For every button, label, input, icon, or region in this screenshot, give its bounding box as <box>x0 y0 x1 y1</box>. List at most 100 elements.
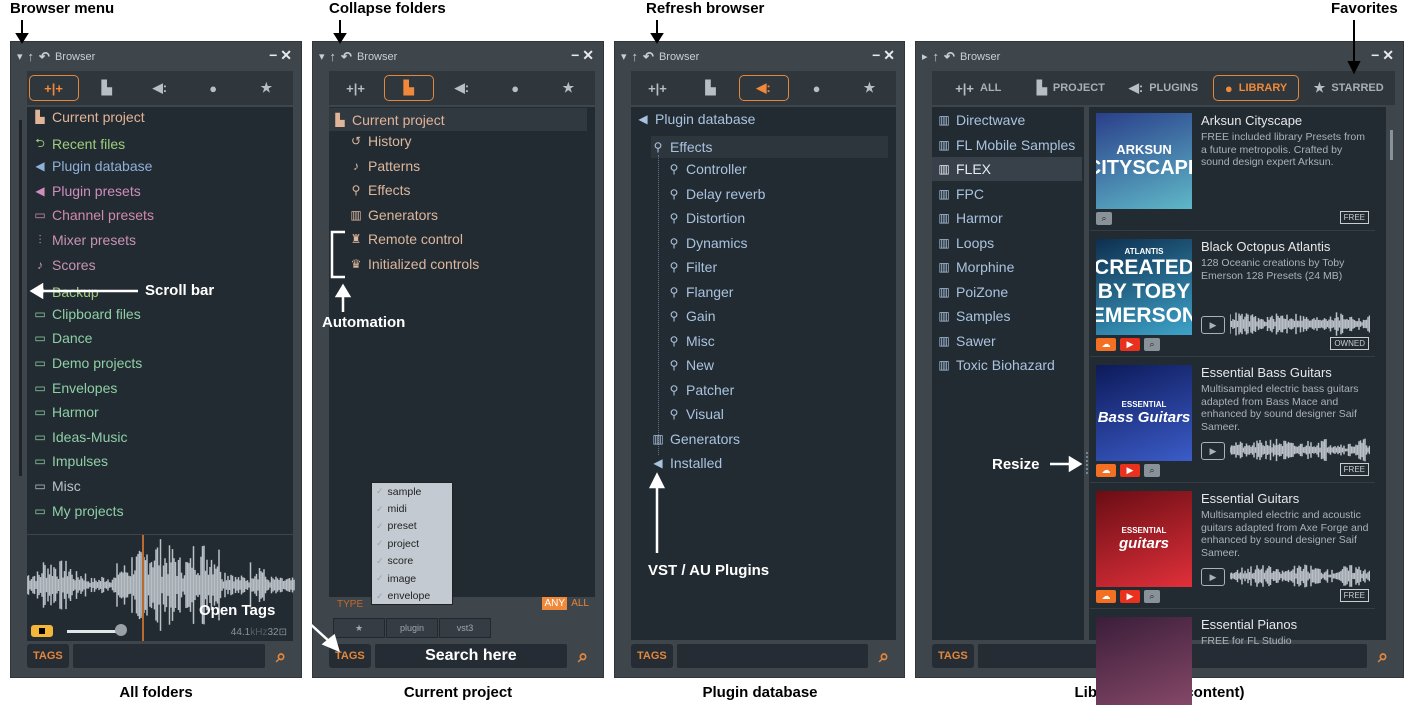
scrollbar[interactable] <box>1390 130 1393 160</box>
tags-button[interactable]: TAGS <box>27 644 69 668</box>
collapse-folders-icon[interactable]: ↑ <box>632 49 639 64</box>
close-icon[interactable]: ✕ <box>1382 47 1397 63</box>
library-item[interactable]: ▥ FLEX <box>932 157 1082 181</box>
tab-project[interactable]: ▙ <box>686 75 736 101</box>
collapse-folders-icon[interactable]: ↑ <box>933 49 940 64</box>
youtube-icon[interactable]: ▶ <box>1120 464 1140 477</box>
refresh-icon[interactable]: ↶ <box>944 49 955 65</box>
tree-item[interactable]: ▭ Clipboard files <box>33 306 140 322</box>
tree-item[interactable]: ◀ Plugin presets <box>33 183 140 199</box>
all-toggle[interactable]: ALL <box>571 598 589 609</box>
tag-type-option[interactable]: ✓ preset <box>372 518 452 535</box>
type-filter-button[interactable]: TYPE <box>337 599 363 610</box>
tree-item[interactable]: ⮌ Recent files <box>33 134 125 155</box>
library-item[interactable]: ▥ PoiZone <box>932 280 1082 304</box>
tab-library[interactable]: ● <box>792 75 842 101</box>
tab-project[interactable]: ▙ <box>383 75 434 101</box>
soundcloud-icon[interactable]: ☁ <box>1096 464 1116 477</box>
tree-item[interactable]: ⚲ Distortion <box>667 210 746 226</box>
tree-item[interactable]: ▭ Misc <box>33 478 80 494</box>
tree-item[interactable]: ▭ Channel presets <box>33 207 154 223</box>
tree-item[interactable]: ▭ Harmor <box>33 404 98 420</box>
tab-library[interactable]: ● LIBRARY <box>1213 75 1300 101</box>
tag-type-option[interactable]: ✓ envelope <box>372 587 452 604</box>
tree-item[interactable]: ⚲ Patcher <box>667 382 735 398</box>
tree-item[interactable]: ⮌ Backup <box>33 281 99 302</box>
tab-starred[interactable]: ★ <box>241 75 291 101</box>
library-card[interactable]: ARKSUNCITYSCAPE Arksun Cityscape FREE incl… <box>1090 107 1375 231</box>
scrollbar[interactable] <box>19 120 22 476</box>
volume-slider-knob[interactable] <box>115 624 127 636</box>
tree-item[interactable]: ⚲ New <box>667 357 714 373</box>
tree-item[interactable]: ⚲ Effects <box>651 136 888 158</box>
tab-library[interactable]: ● <box>490 75 540 101</box>
library-item[interactable]: ▥ Loops <box>932 231 1082 255</box>
tree-item[interactable]: ▥ Generators <box>349 207 438 223</box>
close-icon[interactable]: ✕ <box>883 47 898 63</box>
minimize-icon[interactable]: − <box>1371 47 1382 63</box>
tags-button[interactable]: TAGS <box>932 644 974 668</box>
search-input[interactable] <box>72 644 265 668</box>
close-icon[interactable]: ✕ <box>280 47 295 63</box>
any-toggle[interactable]: ANY <box>542 597 567 610</box>
tab-all[interactable]: +|+ ALL <box>935 75 1021 101</box>
tree-item[interactable]: ↺ History <box>349 133 412 149</box>
tag-type-option[interactable]: ✓ midi <box>372 500 452 517</box>
close-icon[interactable]: ✕ <box>582 47 597 63</box>
tree-item[interactable]: ▭ Demo projects <box>33 355 142 371</box>
browser-menu-icon[interactable]: ▾ <box>621 50 627 63</box>
browser-menu-icon[interactable]: ▸ <box>922 50 928 63</box>
tab-project[interactable]: ▙ PROJECT <box>1028 75 1114 101</box>
youtube-icon[interactable]: ▶ <box>1120 338 1140 351</box>
youtube-icon[interactable]: ▶ <box>1120 590 1140 603</box>
tag-button[interactable]: vst3 <box>439 618 491 638</box>
tags-button[interactable]: TAGS <box>329 644 371 668</box>
tag-type-option[interactable]: ✓ sample <box>372 483 452 500</box>
library-item[interactable]: ▥ Directwave <box>932 108 1082 132</box>
refresh-icon[interactable]: ↶ <box>341 49 352 65</box>
search-input[interactable] <box>676 644 868 668</box>
search-icon[interactable]: ⌕ <box>269 646 293 667</box>
browser-menu-icon[interactable]: ▾ <box>319 50 325 63</box>
refresh-icon[interactable]: ↶ <box>643 49 654 65</box>
tag-type-option[interactable]: ✓ score <box>372 553 452 570</box>
browser-menu-icon[interactable]: ▾ <box>17 50 23 63</box>
tree-item[interactable]: ◀ Installed <box>651 455 722 471</box>
tree-item[interactable]: ⚲ Effects <box>349 182 411 198</box>
search-icon[interactable]: ⌕ <box>872 646 896 667</box>
soundcloud-icon[interactable]: ☁ <box>1096 590 1116 603</box>
library-card[interactable]: Essential Pianos FREE for FL Studio <box>1090 611 1375 705</box>
tree-item[interactable]: ⚲ Controller <box>667 161 747 177</box>
current-project-header[interactable]: ▙ Current project <box>329 108 587 131</box>
collapse-folders-icon[interactable]: ↑ <box>28 49 35 64</box>
tab-starred[interactable]: ★ <box>845 75 895 101</box>
tag-type-option[interactable]: ✓ project <box>372 535 452 552</box>
tree-item[interactable]: ⚲ Visual <box>667 406 724 422</box>
tree-item[interactable]: ⚲ Gain <box>667 308 716 324</box>
tab-library[interactable]: ● <box>188 75 238 101</box>
tags-button[interactable]: TAGS <box>631 644 673 668</box>
tree-item[interactable]: ♪ Scores <box>33 257 96 273</box>
tree-item[interactable]: ▙ Current project <box>33 109 144 125</box>
tree-item[interactable]: ◀ Plugin database <box>636 111 755 127</box>
tree-item[interactable]: ▥ Generators <box>651 431 740 447</box>
play-button[interactable]: ▶ <box>1201 316 1225 334</box>
library-item[interactable]: ▥ Sawer <box>932 329 1082 353</box>
tab-all[interactable]: +|+ <box>633 75 683 101</box>
tab-starred[interactable]: ★ <box>543 75 593 101</box>
tab-plugins[interactable]: ◀: PLUGINS <box>1120 75 1206 101</box>
tree-item[interactable]: ▭ Dance <box>33 330 92 346</box>
zoom-icon[interactable]: ⌕ <box>1144 590 1160 603</box>
tab-plugins[interactable]: ◀: <box>437 75 487 101</box>
tree-item[interactable]: ⚲ Misc <box>667 333 715 349</box>
zoom-icon[interactable]: ⌕ <box>1144 338 1160 351</box>
tab-all[interactable]: +|+ <box>331 75 381 101</box>
tab-plugins[interactable]: ◀: <box>738 75 789 101</box>
stop-button[interactable] <box>31 625 53 637</box>
tree-item[interactable]: ⫶ Mixer presets <box>33 232 136 248</box>
resize-handle[interactable] <box>1086 452 1088 474</box>
library-item[interactable]: ▥ Morphine <box>932 255 1082 279</box>
minimize-icon[interactable]: − <box>571 47 582 63</box>
tree-item[interactable]: ⚲ Flanger <box>667 284 734 300</box>
library-item[interactable]: ▥ Toxic Biohazard <box>932 353 1082 377</box>
